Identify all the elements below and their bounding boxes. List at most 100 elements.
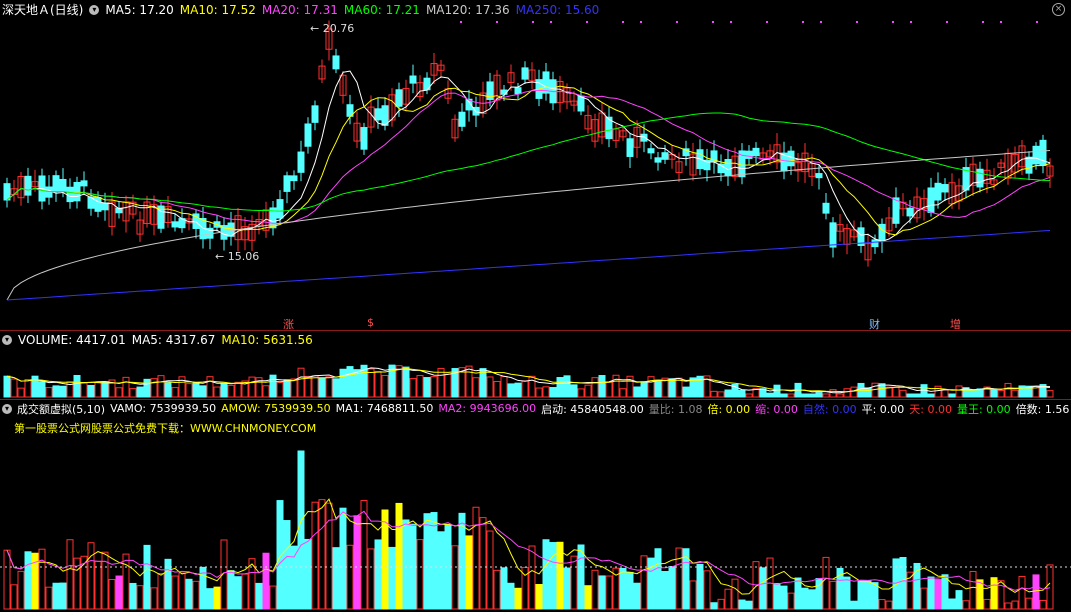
volume-bar: [717, 391, 725, 398]
indicator-bar: [262, 552, 270, 610]
indicator-bar: [934, 579, 942, 610]
indicator-bar: [136, 585, 144, 610]
indicator-bar: [325, 502, 333, 610]
indicator-bar: [955, 590, 963, 610]
signal-dot: [766, 21, 768, 23]
indicator-bar: [864, 580, 872, 610]
vol-ma5-label: MA5: 4317.67: [131, 332, 216, 347]
candle: [101, 202, 109, 211]
indicator-bar: [794, 577, 802, 610]
candle: [45, 186, 53, 198]
indicator-bar: [990, 577, 998, 610]
volume-bar: [997, 389, 1005, 398]
indicator-bar: [724, 588, 732, 610]
ma250-label: MA250: 15.60: [515, 2, 600, 17]
amow-label: AMOW: 7539939.50: [221, 402, 331, 415]
indicator-bar: [1039, 599, 1047, 610]
volume-bar: [507, 383, 515, 398]
volume-bar: [465, 365, 473, 398]
volume-bar: [500, 376, 508, 398]
volume-bar: [150, 378, 158, 398]
indicator-bar: [1004, 602, 1012, 610]
candle: [1032, 145, 1040, 165]
indicator-header: ▾ 成交额虚拟(5,10) VAMO: 7539939.50 AMOW: 753…: [0, 401, 1069, 416]
volume-bar: [38, 381, 46, 398]
volume-bar: [605, 381, 613, 398]
indicator-bar: [745, 600, 753, 610]
indicator-bar: [640, 555, 648, 610]
candle: [752, 147, 760, 157]
indicator-bar: [1032, 574, 1040, 610]
indicator-bar: [563, 567, 571, 610]
indicator-bar: [703, 570, 711, 610]
marker-dollar[interactable]: $: [367, 316, 374, 329]
volume-bar: [199, 385, 207, 398]
chevron-down-icon[interactable]: ▾: [2, 334, 12, 345]
volume-bar: [192, 382, 200, 398]
indicator-bar: [59, 582, 67, 610]
indicator-bar: [416, 539, 424, 610]
indicator-bar: [1011, 600, 1019, 610]
volume-bar: [94, 381, 102, 398]
volume-bar: [556, 377, 564, 398]
candle: [626, 138, 634, 157]
signal-dot: [820, 21, 822, 23]
promo-text[interactable]: 第一股票公式网股票公式免费下载：WWW.CHNMONEY.COM: [14, 420, 316, 436]
volume-bar: [444, 373, 452, 398]
chevron-down-icon[interactable]: ▾: [89, 4, 100, 15]
volume-bar: [948, 393, 956, 398]
volume-bar: [346, 366, 354, 398]
signal-dot: [856, 21, 858, 23]
candlestick-chart[interactable]: ← 20.76 ← 15.06: [0, 17, 1071, 330]
volume-bar: [654, 379, 662, 398]
indicator-bar: [668, 566, 676, 610]
indicator-bar: [395, 502, 403, 610]
indicator-chart[interactable]: [0, 437, 1071, 611]
signal-dot: [622, 21, 624, 23]
signal-dot: [532, 21, 534, 23]
indicator-bar: [731, 578, 739, 610]
volume-bar: [941, 389, 949, 398]
indicator-bar: [318, 499, 326, 610]
volume-bar: [17, 387, 25, 398]
indicator-bar: [773, 582, 781, 610]
indicator-bar: [878, 599, 886, 610]
candle: [654, 157, 662, 163]
candle: [311, 105, 319, 123]
indicator-bar: [535, 584, 543, 610]
indicator-bar: [472, 506, 480, 610]
indicator-bar: [213, 586, 221, 610]
volume-bar: [528, 375, 536, 398]
ma2-label: MA2: 9943696.00: [438, 402, 537, 415]
candle: [815, 173, 823, 179]
volume-bar: [276, 382, 284, 398]
indicator-bar: [927, 576, 935, 610]
indicator-bar: [38, 548, 46, 610]
volume-bar: [514, 382, 522, 398]
volume-bar: [87, 385, 95, 398]
indicator-bar: [647, 557, 655, 610]
indicator-bar: [822, 556, 830, 610]
volume-bar: [864, 387, 872, 398]
indicator-bar: [920, 587, 928, 610]
volume-bar: [143, 378, 151, 398]
chevron-down-icon[interactable]: ▾: [2, 403, 12, 414]
indicator-bar: [465, 535, 473, 610]
indicator-bar: [528, 545, 536, 610]
candle: [409, 75, 417, 84]
indicator-bar: [948, 598, 956, 610]
stock-title[interactable]: 深天地Ａ(日线): [2, 1, 83, 18]
candle: [73, 181, 81, 202]
indicator-bar: [66, 539, 74, 610]
volume-bar: [738, 389, 746, 398]
volume-bar: [101, 381, 109, 398]
volume-chart[interactable]: [0, 347, 1071, 399]
indicator-bar: [227, 570, 235, 610]
low-price-label: ← 15.06: [215, 250, 259, 263]
signal-dot: [910, 21, 912, 23]
signal-dot: [640, 21, 642, 23]
close-icon[interactable]: ×: [1052, 3, 1065, 16]
volume-bar: [10, 378, 18, 398]
indicator-bar: [171, 575, 179, 610]
indicator-bar: [787, 592, 795, 610]
